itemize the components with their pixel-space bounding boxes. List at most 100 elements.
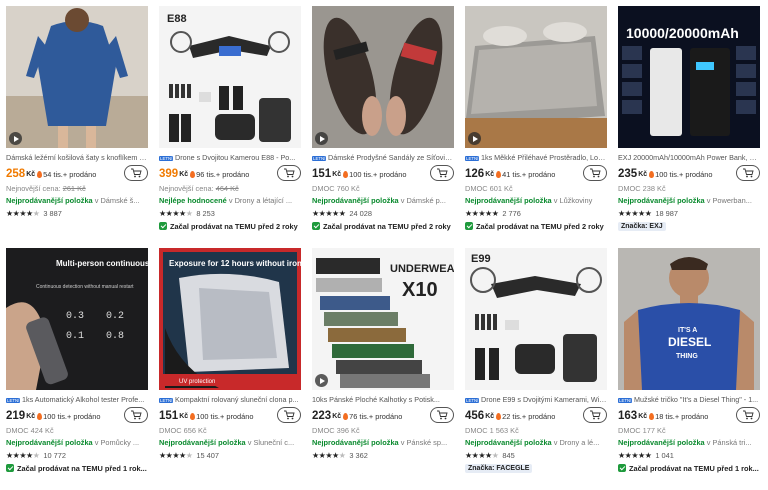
currency: Kč bbox=[26, 170, 36, 178]
video-play-icon[interactable] bbox=[315, 132, 328, 145]
product-card[interactable]: E99 LETNÍ VÝBĚRDrone E99 s Dvojitými Kam… bbox=[465, 248, 607, 490]
product-title[interactable]: LETNÍ VÝBĚRDámské Prodyšné Sandály ze Sí… bbox=[312, 152, 454, 164]
svg-text:0.1: 0.1 bbox=[66, 331, 84, 342]
rating[interactable]: ★★★★★ 24 028 bbox=[312, 207, 454, 220]
rating[interactable]: ★★★★★ 18 987 bbox=[618, 207, 760, 220]
bestseller-line[interactable]: Nejprodávanější položka v Pánské sp... bbox=[312, 437, 454, 449]
fire-icon bbox=[496, 170, 502, 178]
rating[interactable]: ★★★★★ 1 041 bbox=[618, 449, 760, 462]
bestseller-line[interactable]: Nejlépe hodnocené v Drony a létající ... bbox=[159, 195, 301, 207]
product-title[interactable]: LETNÍ VÝBĚRDrone E99 s Dvojitými Kameram… bbox=[465, 394, 607, 406]
product-title[interactable]: LETNÍ VÝBĚR1ks Automatický Alkohol teste… bbox=[6, 394, 148, 406]
summer-pick-tag: LETNÍ VÝBĚR bbox=[6, 397, 36, 403]
product-card[interactable]: 10000/20000mAh EXJ 20000mAh/10000mAh Pow… bbox=[618, 6, 760, 248]
add-to-cart-button[interactable] bbox=[583, 407, 607, 423]
product-title[interactable]: LETNÍ VÝBĚRMužské tričko "It's a Diesel … bbox=[618, 394, 760, 406]
add-to-cart-button[interactable] bbox=[583, 165, 607, 181]
sold-count: 18 tis.+ prodáno bbox=[655, 411, 709, 421]
add-to-cart-button[interactable] bbox=[430, 165, 454, 181]
product-image[interactable]: 10000/20000mAh bbox=[618, 6, 760, 148]
sold-count: 54 tis.+ prodáno bbox=[43, 169, 97, 179]
star-icons: ★★★★ bbox=[159, 451, 186, 460]
product-title[interactable]: LETNÍ VÝBĚRDrone s Dvojitou Kamerou E88 … bbox=[159, 152, 301, 164]
star-icons: ★★★★★ bbox=[312, 209, 346, 218]
cart-icon bbox=[437, 410, 448, 420]
thumb-text-power: 10000/20000mAh bbox=[626, 25, 739, 41]
thumb-text-shirt-3: THING bbox=[676, 353, 698, 360]
reference-price: DMOC 396 Kč bbox=[312, 426, 360, 435]
product-image[interactable]: Exposure for 12 hours without ironing UV… bbox=[159, 248, 301, 390]
product-card[interactable]: E88 LETNÍ VÝBĚRDrone s Dvojitou Kamerou … bbox=[159, 6, 301, 248]
product-title[interactable]: 10ks Pánské Ploché Kalhotky s Potisk... bbox=[312, 394, 454, 406]
reference-price: DMOC 601 Kč bbox=[465, 184, 513, 193]
product-card[interactable]: Dámská ležérní košilová šaty s knoflíkem… bbox=[6, 6, 148, 248]
thumb-text-sun-sub: UV protection bbox=[179, 379, 215, 385]
bestseller-line[interactable]: Nejprodávanější položka v Powerban... bbox=[618, 195, 760, 207]
product-image[interactable]: UNDERWEAR X10 bbox=[312, 248, 454, 390]
brand-badge[interactable]: Značka: EXJ bbox=[618, 221, 666, 231]
add-to-cart-button[interactable] bbox=[277, 407, 301, 423]
thumb-text-alco: Multi-person continuous testing, fast an… bbox=[56, 259, 148, 268]
cart-icon bbox=[743, 410, 754, 420]
product-price: 258 bbox=[6, 168, 26, 180]
cart-icon bbox=[590, 410, 601, 420]
reference-price: DMOC 238 Kč bbox=[618, 184, 666, 193]
rating[interactable]: ★★★★ ★ 845 bbox=[465, 449, 607, 462]
bestseller-line[interactable]: Nejprodávanější položka v Pomůcky ... bbox=[6, 437, 148, 449]
star-icons: ★★★★ bbox=[159, 209, 186, 218]
add-to-cart-button[interactable] bbox=[124, 165, 148, 181]
cart-icon bbox=[590, 168, 601, 178]
video-play-icon[interactable] bbox=[315, 374, 328, 387]
bestseller-line[interactable]: Nejprodávanější položka v Pánská tri... bbox=[618, 437, 760, 449]
rating[interactable]: ★★★★ ★ 8 253 bbox=[159, 207, 301, 220]
product-image[interactable]: Multi-person continuous testing, fast an… bbox=[6, 248, 148, 390]
product-grid: Dámská ležérní košilová šaty s knoflíkem… bbox=[6, 6, 762, 490]
seller-since-badge: Začal prodávat na TEMU před 1 rok... bbox=[6, 462, 148, 474]
add-to-cart-button[interactable] bbox=[736, 165, 760, 181]
add-to-cart-button[interactable] bbox=[736, 407, 760, 423]
rating[interactable]: ★★★★ ★ 3 362 bbox=[312, 449, 454, 462]
rating[interactable]: ★★★★ ★ 3 887 bbox=[6, 207, 148, 220]
bestseller-line[interactable]: Nejprodávanější položka v Dámské p... bbox=[312, 195, 454, 207]
bestseller-line[interactable]: Nejprodávanější položka v Drony a lé... bbox=[465, 437, 607, 449]
product-price: 399 bbox=[159, 168, 179, 180]
product-card[interactable]: LETNÍ VÝBĚR1ks Měkké Přiléhavé Prostěrad… bbox=[465, 6, 607, 248]
add-to-cart-button[interactable] bbox=[430, 407, 454, 423]
add-to-cart-button[interactable] bbox=[124, 407, 148, 423]
bestseller-line[interactable]: Nejprodávanější položka v Dámské š... bbox=[6, 195, 148, 207]
fire-icon bbox=[649, 412, 655, 420]
add-to-cart-button[interactable] bbox=[277, 165, 301, 181]
star-icons: ★★★★★ bbox=[618, 209, 652, 218]
cart-icon bbox=[437, 168, 448, 178]
product-card[interactable]: Exposure for 12 hours without ironing UV… bbox=[159, 248, 301, 490]
product-title[interactable]: Dámská ležérní košilová šaty s knoflíkem… bbox=[6, 152, 148, 164]
product-card[interactable]: IT'S A DIESEL THING LETNÍ VÝBĚRMužské tr… bbox=[618, 248, 760, 490]
video-play-icon[interactable] bbox=[9, 132, 22, 145]
bestseller-line[interactable]: Nejprodávanější položka v Sluneční c... bbox=[159, 437, 301, 449]
sold-count: 100 tis.+ prodáno bbox=[655, 169, 713, 179]
rating[interactable]: ★★★★ ★ 15 407 bbox=[159, 449, 301, 462]
rating[interactable]: ★★★★★ 2 776 bbox=[465, 207, 607, 220]
product-title[interactable]: LETNÍ VÝBĚRKompaktní rolovaný sluneční c… bbox=[159, 394, 301, 406]
bestseller-line[interactable]: Nejprodávanější položka v Lůžkoviny bbox=[465, 195, 607, 207]
product-title[interactable]: EXJ 20000mAh/10000mAh Power Bank, 22... bbox=[618, 152, 760, 164]
sold-count: 76 tis.+ prodáno bbox=[349, 411, 403, 421]
brand-badge[interactable]: Značka: FACEGLE bbox=[465, 463, 533, 473]
product-card[interactable]: UNDERWEAR X10 10ks Pánské Ploché Kalhotk… bbox=[312, 248, 454, 490]
product-image[interactable]: IT'S A DIESEL THING bbox=[618, 248, 760, 390]
reference-price: DMOC 1 563 Kč bbox=[465, 426, 519, 435]
fire-icon bbox=[649, 170, 655, 178]
product-image[interactable] bbox=[312, 6, 454, 148]
product-image[interactable]: E88 bbox=[159, 6, 301, 148]
product-card[interactable]: LETNÍ VÝBĚRDámské Prodyšné Sandály ze Sí… bbox=[312, 6, 454, 248]
product-image[interactable] bbox=[6, 6, 148, 148]
summer-pick-tag: LETNÍ VÝBĚR bbox=[465, 397, 495, 403]
check-icon bbox=[6, 464, 14, 472]
product-title[interactable]: LETNÍ VÝBĚR1ks Měkké Přiléhavé Prostěrad… bbox=[465, 152, 607, 164]
video-play-icon[interactable] bbox=[468, 132, 481, 145]
rating[interactable]: ★★★★ ★ 10 772 bbox=[6, 449, 148, 462]
product-image[interactable]: E99 bbox=[465, 248, 607, 390]
cart-icon bbox=[284, 168, 295, 178]
product-card[interactable]: Multi-person continuous testing, fast an… bbox=[6, 248, 148, 490]
product-image[interactable] bbox=[465, 6, 607, 148]
